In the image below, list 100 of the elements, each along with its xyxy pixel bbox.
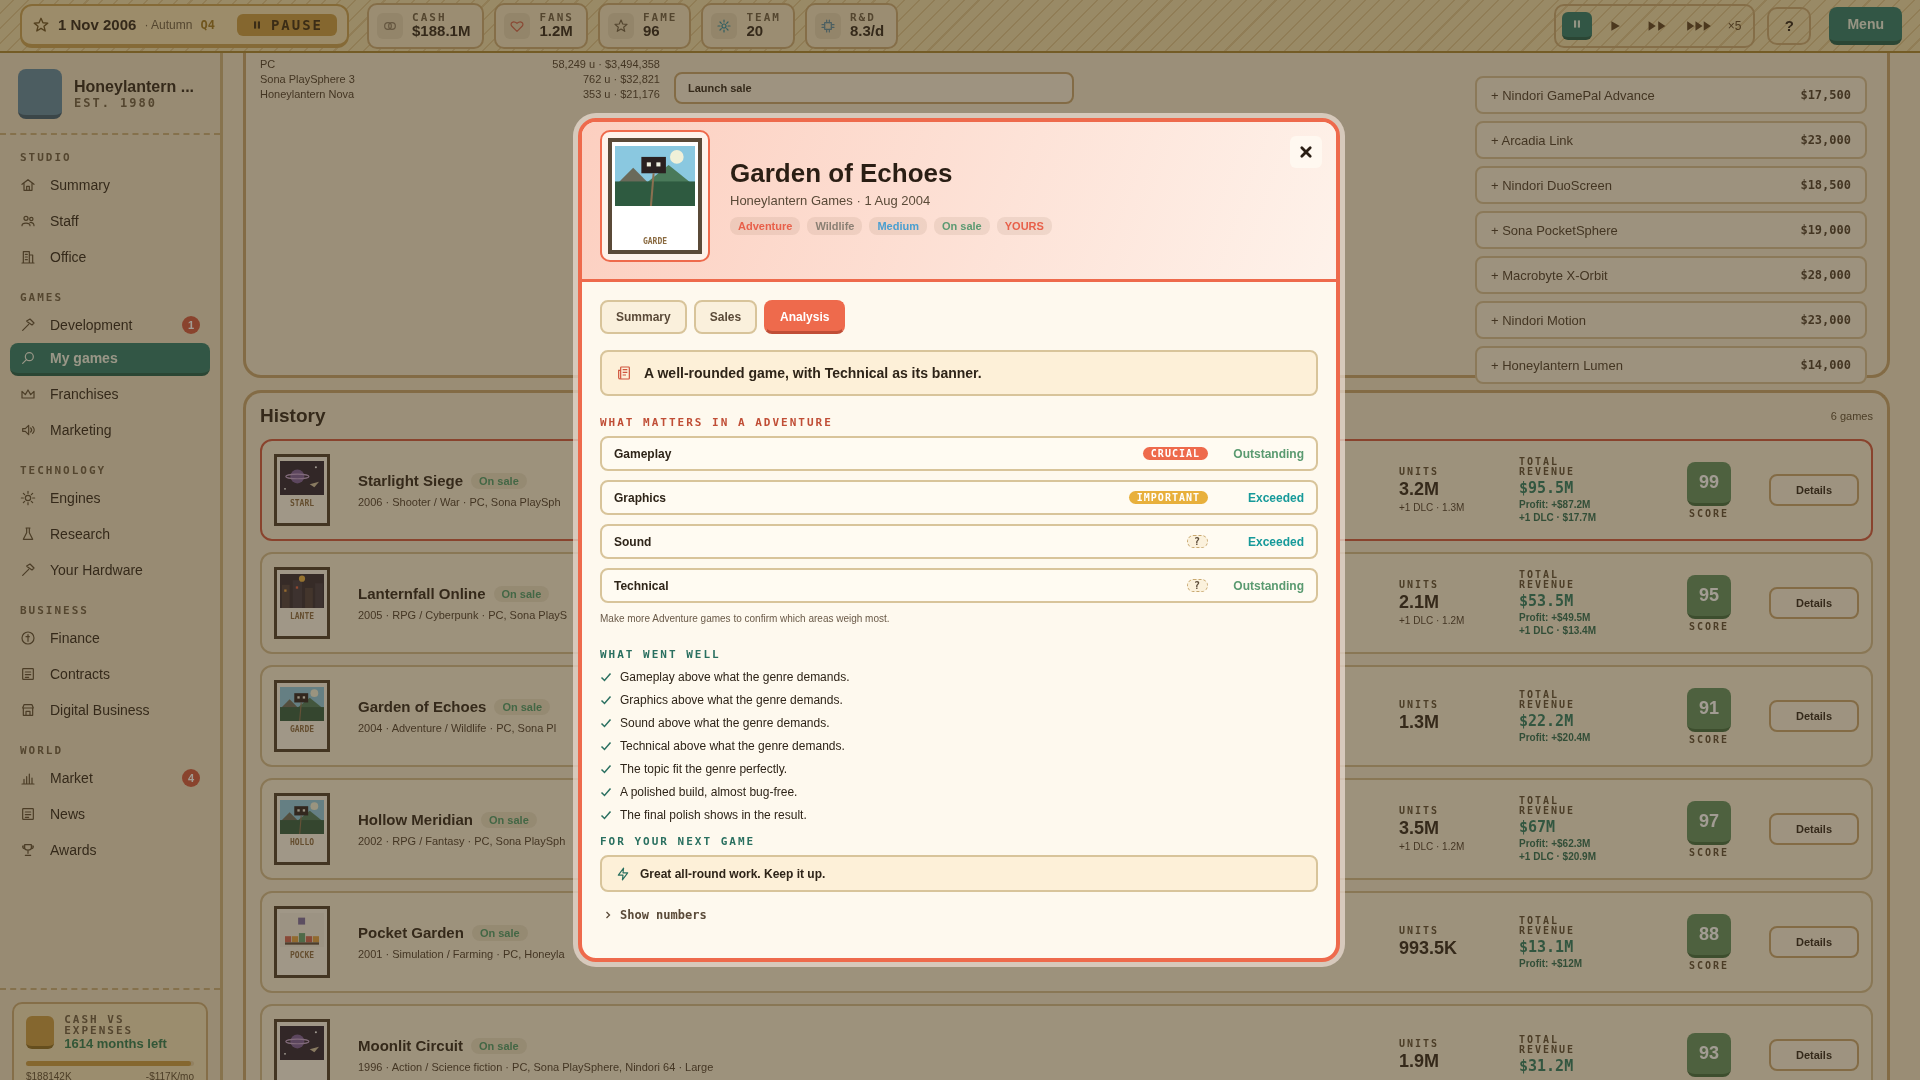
dialog-title: Garden of Echoes [730, 158, 954, 189]
platform-label: + Macrobyte X-Orbit [1491, 267, 1608, 283]
score-badge: 93 [1687, 1033, 1731, 1077]
units-value: 3.2M [1399, 479, 1441, 500]
stat-label: UNITS [1399, 699, 1441, 710]
units-value: 3.5M [1399, 818, 1441, 839]
went-well-item: Gameplay above what the genre demands. [620, 669, 850, 684]
months-left: 1614 months left [64, 1036, 168, 1051]
platform-price: $23,000 [1800, 133, 1851, 147]
stat-value: 20 [746, 22, 765, 40]
platform-label: + Nindori Motion [1491, 312, 1587, 328]
went-well-item: The final polish shows in the result. [620, 807, 807, 822]
score-badge: 91 [1687, 687, 1731, 732]
units-note: +1 DLC · 1.2M [1399, 615, 1466, 626]
stat-label: UNITS [1399, 580, 1441, 590]
studio-name: Honeylantern ... [74, 78, 195, 96]
section-heading: FOR YOUR NEXT GAME [600, 835, 757, 848]
stat-label: UNITS [1399, 467, 1441, 477]
game-title: Hollow Meridian [358, 811, 473, 828]
went-well-item: The topic fit the genre perfectly. [620, 761, 788, 776]
platform-price: $28,000 [1800, 268, 1851, 282]
score-label: SCORE [1688, 508, 1730, 519]
stat-value: 96 [642, 22, 661, 40]
stat-value: 1.2M [539, 22, 574, 40]
revenue-value: $53.5M [1519, 592, 1575, 610]
stat-label: TOTAL REVENUE [1519, 570, 1577, 590]
score-label: SCORE [1688, 960, 1730, 971]
factor-name: Gameplay [614, 446, 673, 461]
section-heading: TECHNOLOGY [20, 464, 108, 477]
cover-label: POCKE [289, 951, 315, 960]
cover-label: STARL [289, 499, 315, 508]
weight-tag: IMPORTANT [1128, 491, 1208, 504]
revenue-value: $13.1M [1519, 937, 1575, 956]
game-meta: 2006 · Shooter / War · PC, Sona PlaySph [358, 496, 561, 508]
units-value: 1.9M [1399, 1050, 1441, 1072]
date-label: 1 Nov 2006 [58, 16, 137, 33]
dlc-revenue: +1 DLC · $20.9M [1519, 851, 1597, 862]
platform-label: + Nindori GamePal Advance [1491, 87, 1655, 103]
game-title: Starlight Siege [358, 472, 464, 489]
game-title: Garden of Echoes [358, 698, 487, 715]
units-note: +1 DLC · 1.3M [1399, 502, 1466, 513]
cover-label: GARDE [289, 725, 315, 734]
factor-result: Outstanding [1232, 578, 1304, 593]
dlc-revenue: +1 DLC · $13.4M [1519, 625, 1597, 636]
stat-label: CASH [412, 11, 448, 23]
verdict-text: A well-rounded game, with Technical as its banner. [644, 365, 982, 381]
platform-label: + Sona PocketSphere [1491, 222, 1618, 238]
score-badge: 99 [1687, 461, 1731, 506]
stat-value: 8.3/d [849, 22, 885, 40]
stat-label: TOTAL REVENUE [1519, 915, 1577, 936]
cover-label: LANTE [289, 612, 315, 621]
season-label: · Autumn [144, 17, 193, 32]
game-meta: 2002 · RPG / Fantasy · PC, Sona PlaySph [358, 835, 566, 847]
stat-label: FAME [642, 11, 678, 23]
game-meta: 2001 · Simulation / Farming · PC, Honeyla [358, 948, 565, 960]
game-meta: 2004 · Adventure / Wildlife · PC, Sona Pl [358, 722, 557, 734]
platform-price: $19,000 [1800, 223, 1851, 237]
game-meta: 2005 · RPG / Cyberpunk · PC, Sona PlayS [358, 609, 568, 621]
profit-value: Profit: +$62.3M [1519, 838, 1592, 849]
section-heading: WHAT MATTERS IN A ADVENTURE [600, 416, 834, 429]
tag: YOURS [996, 217, 1052, 235]
section-heading: GAMES [20, 291, 65, 304]
tag: On sale [934, 217, 990, 235]
revenue-value: $67M [1519, 818, 1557, 836]
stat-label: UNITS [1399, 806, 1441, 816]
units-value: 993.5K [1399, 937, 1459, 959]
weight-tag: CRUCIAL [1142, 447, 1208, 460]
factor-result: Exceeded [1246, 490, 1304, 505]
factor-result: Outstanding [1232, 446, 1304, 461]
score-badge: 95 [1687, 574, 1731, 619]
tag: Wildlife [807, 217, 863, 235]
revenue-value: $22.2M [1519, 711, 1575, 730]
stat-label: R&D [849, 11, 877, 23]
dialog-subtitle: Honeylantern Games · 1 Aug 2004 [730, 193, 932, 208]
platform-name: Sona PlaySphere 3 [260, 72, 355, 87]
profit-value: Profit: +$20.4M [1519, 731, 1592, 743]
revenue-value: $95.5M [1519, 479, 1575, 497]
platform-price: $18,500 [1800, 178, 1851, 192]
status-tag: On sale [471, 472, 527, 489]
platform-label: + Honeylantern Lumen [1491, 357, 1623, 373]
section-heading: WHAT WENT WELL [600, 648, 722, 661]
score-badge: 97 [1687, 800, 1731, 845]
revenue-value: $31.2M [1519, 1057, 1575, 1075]
tag: Medium [869, 217, 927, 235]
profit-value: Profit: +$49.5M [1519, 612, 1592, 623]
weight-tag: ? [1186, 579, 1208, 592]
platform-price: $17,500 [1800, 88, 1851, 102]
tag: Adventure [730, 217, 801, 235]
score-label: SCORE [1688, 734, 1730, 745]
count-badge: 1 [182, 316, 200, 334]
went-well-item: Sound above what the genre demands. [620, 715, 830, 730]
stat-label: TOTAL REVENUE [1519, 1035, 1577, 1055]
stat-value: $188.1M [412, 22, 471, 40]
dlc-revenue: +1 DLC · $17.7M [1519, 512, 1597, 523]
platform-name: PC [260, 57, 276, 72]
count-badge: 4 [182, 769, 200, 787]
score-label: SCORE [1688, 621, 1730, 632]
factor-name: Graphics [614, 490, 668, 505]
stat-label: TOTAL REVENUE [1519, 796, 1577, 816]
quarter-label: Q4 [200, 17, 215, 32]
